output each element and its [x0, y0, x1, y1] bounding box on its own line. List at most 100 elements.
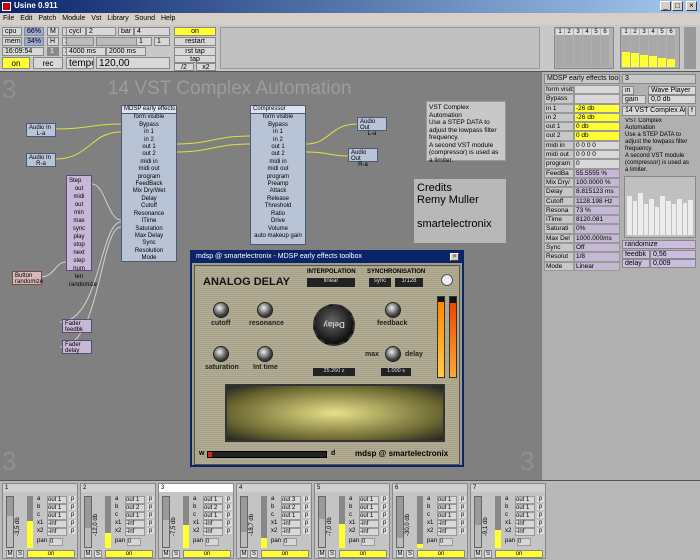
compressor-port[interactable]: out 2: [251, 151, 305, 158]
step-port[interactable]: stop: [69, 241, 89, 249]
strip-p-button[interactable]: p: [381, 504, 388, 510]
menu-help[interactable]: Help: [158, 13, 178, 24]
strip-output-select[interactable]: out 2: [125, 504, 145, 512]
strip-output-select[interactable]: out 1: [437, 496, 457, 504]
strip-mute-button[interactable]: M: [240, 550, 248, 558]
step-bar[interactable]: [643, 204, 649, 235]
interpolation-value[interactable]: linear: [307, 278, 355, 287]
strip-send-value[interactable]: -inf: [359, 528, 379, 536]
mdsp-port[interactable]: Resolution: [122, 248, 176, 255]
step-graph[interactable]: [624, 176, 696, 238]
inspector-param-value[interactable]: 0 0 0 0: [574, 150, 620, 160]
strip-output-select[interactable]: out 1: [515, 512, 535, 520]
strip-output-select[interactable]: out 1: [437, 512, 457, 520]
strip-p-button[interactable]: p: [225, 520, 232, 526]
strip-p-button[interactable]: p: [381, 520, 388, 526]
step-port[interactable]: next step: [69, 249, 89, 265]
strip-fader[interactable]: [6, 496, 14, 548]
rec-button[interactable]: rec: [33, 57, 63, 69]
strip-output-select[interactable]: out 1: [359, 496, 379, 504]
step-bar[interactable]: [649, 198, 654, 235]
step-module[interactable]: Step out midi out min max sync play stop next s…: [66, 175, 97, 288]
mdsp-port[interactable]: Mode: [122, 255, 176, 262]
strip-on-button[interactable]: on: [261, 550, 309, 558]
inspector-param-value[interactable]: 1/8: [574, 252, 620, 262]
step-port[interactable]: max: [69, 217, 89, 225]
feedback-knob[interactable]: [385, 302, 401, 318]
bar-value[interactable]: 4: [134, 27, 170, 36]
strip-p-button[interactable]: p: [225, 496, 232, 502]
strip-output-select[interactable]: out 1: [47, 504, 67, 512]
strip-p-button[interactable]: p: [303, 512, 310, 518]
mdsp-port[interactable]: Sync: [122, 240, 176, 247]
inspector-param-value[interactable]: 8.815123 ms: [574, 187, 620, 197]
mdsp-port[interactable]: Bypass: [122, 122, 176, 129]
step-bar[interactable]: [627, 195, 632, 235]
mdsp-module[interactable]: MDSP early effects form visible Bypass in …: [121, 105, 177, 262]
strip-p-button[interactable]: p: [69, 496, 76, 502]
menu-patch[interactable]: Patch: [35, 13, 59, 24]
step-port[interactable]: play: [69, 233, 89, 241]
inspector-param-value[interactable]: 0%: [574, 224, 620, 234]
compressor-port[interactable]: form visible: [251, 114, 305, 121]
inspector-param-value[interactable]: 0 db: [574, 131, 620, 141]
compressor-port[interactable]: Preamp: [251, 181, 305, 188]
strip-output-select[interactable]: out 1: [515, 496, 535, 504]
strip-p-button[interactable]: p: [69, 520, 76, 526]
strip-pan-value[interactable]: 0: [49, 538, 63, 546]
strip-output-select[interactable]: out 1: [281, 512, 301, 520]
strip-solo-button[interactable]: S: [328, 550, 336, 558]
mdsp-port[interactable]: in 1: [122, 129, 176, 136]
compressor-port[interactable]: out 1: [251, 144, 305, 151]
menu-file[interactable]: File: [0, 13, 17, 24]
strip-send-value[interactable]: -inf: [515, 528, 535, 536]
strip-output-select[interactable]: out 2: [281, 504, 301, 512]
strip-p-button[interactable]: p: [537, 512, 544, 518]
mdsp-port[interactable]: out 2: [122, 151, 176, 158]
strip-p-button[interactable]: p: [69, 528, 76, 534]
mdsp-port[interactable]: in 2: [122, 137, 176, 144]
step-port[interactable]: len: [69, 273, 89, 281]
maximize-button[interactable]: □: [672, 1, 683, 11]
compressor-port[interactable]: in 1: [251, 129, 305, 136]
strip-mute-button[interactable]: M: [84, 550, 92, 558]
strip-p-button[interactable]: p: [147, 520, 154, 526]
menu-edit[interactable]: Edit: [17, 13, 35, 24]
compressor-port[interactable]: program: [251, 174, 305, 181]
sync-mode[interactable]: sync: [369, 278, 391, 287]
inspector-param-value[interactable]: 100.0000 %: [574, 177, 620, 188]
strip-p-button[interactable]: p: [537, 528, 544, 534]
strip-p-button[interactable]: p: [381, 512, 388, 518]
strip-send-value[interactable]: -inf: [47, 528, 67, 536]
int-time-knob[interactable]: [257, 346, 273, 362]
mdsp-port[interactable]: out 1: [122, 144, 176, 151]
strip-p-button[interactable]: p: [147, 504, 154, 510]
strip-send-value[interactable]: -inf: [359, 520, 379, 528]
compressor-port[interactable]: auto makeup gain: [251, 233, 305, 240]
strip-mute-button[interactable]: M: [6, 550, 14, 558]
menu-module[interactable]: Module: [59, 13, 88, 24]
on-right-button[interactable]: on: [174, 27, 216, 36]
fader-feedbk-module[interactable]: Fader feedbk: [62, 319, 92, 333]
inspector-param-value[interactable]: 0 db: [574, 122, 620, 132]
mdsp-port[interactable]: FeedBack: [122, 181, 176, 188]
inspector-param-value[interactable]: 0 0 0 0: [574, 140, 620, 151]
inspector-param-value[interactable]: Linear: [574, 261, 620, 271]
feedbk-value[interactable]: 0,56: [650, 250, 696, 259]
mdsp-port[interactable]: ITime: [122, 218, 176, 225]
step-port[interactable]: midi out: [69, 193, 89, 209]
scroll-area[interactable]: [684, 27, 696, 69]
randomize-button[interactable]: randomize: [622, 240, 696, 249]
delay-value[interactable]: 0,009: [650, 259, 696, 268]
step-port[interactable]: randomize: [69, 281, 97, 289]
step-bar[interactable]: [688, 200, 693, 235]
strip-output-select[interactable]: out 1: [47, 496, 67, 504]
strip-solo-button[interactable]: S: [406, 550, 414, 558]
inspector-param-value[interactable]: Off: [574, 243, 620, 253]
vst-close-button[interactable]: ×: [450, 253, 459, 261]
strip-fader[interactable]: [474, 496, 482, 548]
step-bar[interactable]: [638, 193, 643, 235]
inspector-param-value[interactable]: 8120.081: [574, 215, 620, 225]
gain-value[interactable]: 0,0 db: [648, 95, 696, 104]
cycl-value[interactable]: 2: [86, 27, 116, 36]
